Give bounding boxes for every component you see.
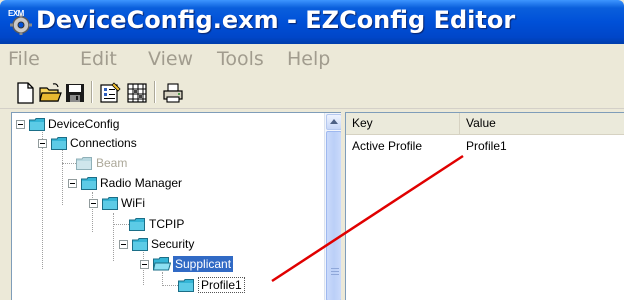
- save-icon: [66, 84, 84, 102]
- tree-node-label: DeviceConfig: [48, 117, 120, 131]
- menu-edit[interactable]: Edit: [80, 48, 117, 70]
- column-value[interactable]: Value: [460, 113, 624, 134]
- grip-line: [331, 268, 339, 269]
- tree-connector: [62, 163, 76, 164]
- folder-icon: [81, 177, 97, 190]
- folder-icon: [51, 137, 67, 150]
- toolbar-separator: [91, 81, 93, 103]
- properties-list[interactable]: Key Value Active Profile Profile1: [345, 112, 624, 300]
- menu-help[interactable]: Help: [287, 48, 330, 70]
- tree-connector: [113, 213, 114, 261]
- folder-icon: [102, 197, 118, 210]
- collapse-icon[interactable]: [89, 199, 98, 208]
- new-document-button[interactable]: [12, 80, 36, 104]
- tree-connector: [42, 129, 43, 269]
- folder-icon: [29, 118, 45, 131]
- print-button[interactable]: [160, 80, 184, 104]
- menu-file[interactable]: File: [8, 48, 40, 70]
- row-value: Profile1: [466, 139, 507, 153]
- app-icon[interactable]: EXM: [7, 9, 33, 35]
- collapse-icon[interactable]: [38, 139, 47, 148]
- open-folder-icon: [39, 83, 62, 102]
- grip-line: [331, 271, 339, 272]
- toolbar-separator: [154, 81, 156, 103]
- menu-bar: File Edit View Tools Help: [0, 44, 624, 76]
- menu-view[interactable]: View: [148, 48, 193, 70]
- tree-connector: [162, 285, 178, 286]
- tree-node-label: Profile1: [198, 277, 245, 293]
- tree-view[interactable]: DeviceConfig Connections Beam Radio Mana…: [11, 112, 341, 300]
- toolbar: [0, 76, 624, 109]
- window-title: DeviceConfig.exm - EZConfig Editor: [36, 6, 516, 34]
- tree-node-label: Radio Manager: [100, 176, 183, 190]
- folder-icon: [178, 279, 194, 292]
- tree-connector: [162, 272, 163, 286]
- title-bar: EXM DeviceConfig.exm - EZConfig Editor: [0, 0, 624, 44]
- folder-icon: [129, 218, 145, 231]
- collapse-icon[interactable]: [140, 260, 149, 269]
- tree-scrollbar[interactable]: [324, 113, 341, 300]
- folder-icon: [132, 238, 148, 251]
- tree-node-label: Beam: [96, 156, 128, 170]
- folder-icon: [76, 157, 92, 170]
- tree-connector: [113, 224, 129, 225]
- scroll-thumb[interactable]: [326, 131, 341, 300]
- tree-node-label: Supplicant: [173, 256, 234, 272]
- collapse-icon[interactable]: [16, 120, 25, 129]
- properties-icon: [100, 82, 121, 103]
- menu-tools[interactable]: Tools: [217, 48, 264, 70]
- collapse-icon[interactable]: [68, 179, 77, 188]
- tree-node-label: Security: [151, 237, 195, 251]
- tree-connector: [62, 149, 63, 205]
- new-document-icon: [17, 82, 34, 104]
- open-button[interactable]: [37, 80, 62, 104]
- tree-node-label: WiFi: [121, 196, 145, 210]
- column-key[interactable]: Key: [346, 113, 460, 134]
- grid-icon: [127, 83, 147, 103]
- grid-button[interactable]: [124, 80, 148, 104]
- scroll-up-arrow-icon[interactable]: [326, 114, 341, 130]
- save-button[interactable]: [62, 80, 86, 104]
- properties-button[interactable]: [97, 80, 121, 104]
- collapse-icon[interactable]: [119, 240, 128, 249]
- tree-connector: [92, 192, 93, 232]
- list-header: Key Value: [346, 113, 624, 135]
- tree-node-label: TCPIP: [149, 217, 185, 231]
- printer-icon: [163, 83, 183, 103]
- row-key: Active Profile: [352, 139, 423, 153]
- open-folder-icon: [153, 257, 171, 271]
- tree-node-label: Connections: [70, 136, 137, 150]
- app-icon-badge: EXM: [8, 9, 24, 18]
- grip-line: [331, 274, 339, 275]
